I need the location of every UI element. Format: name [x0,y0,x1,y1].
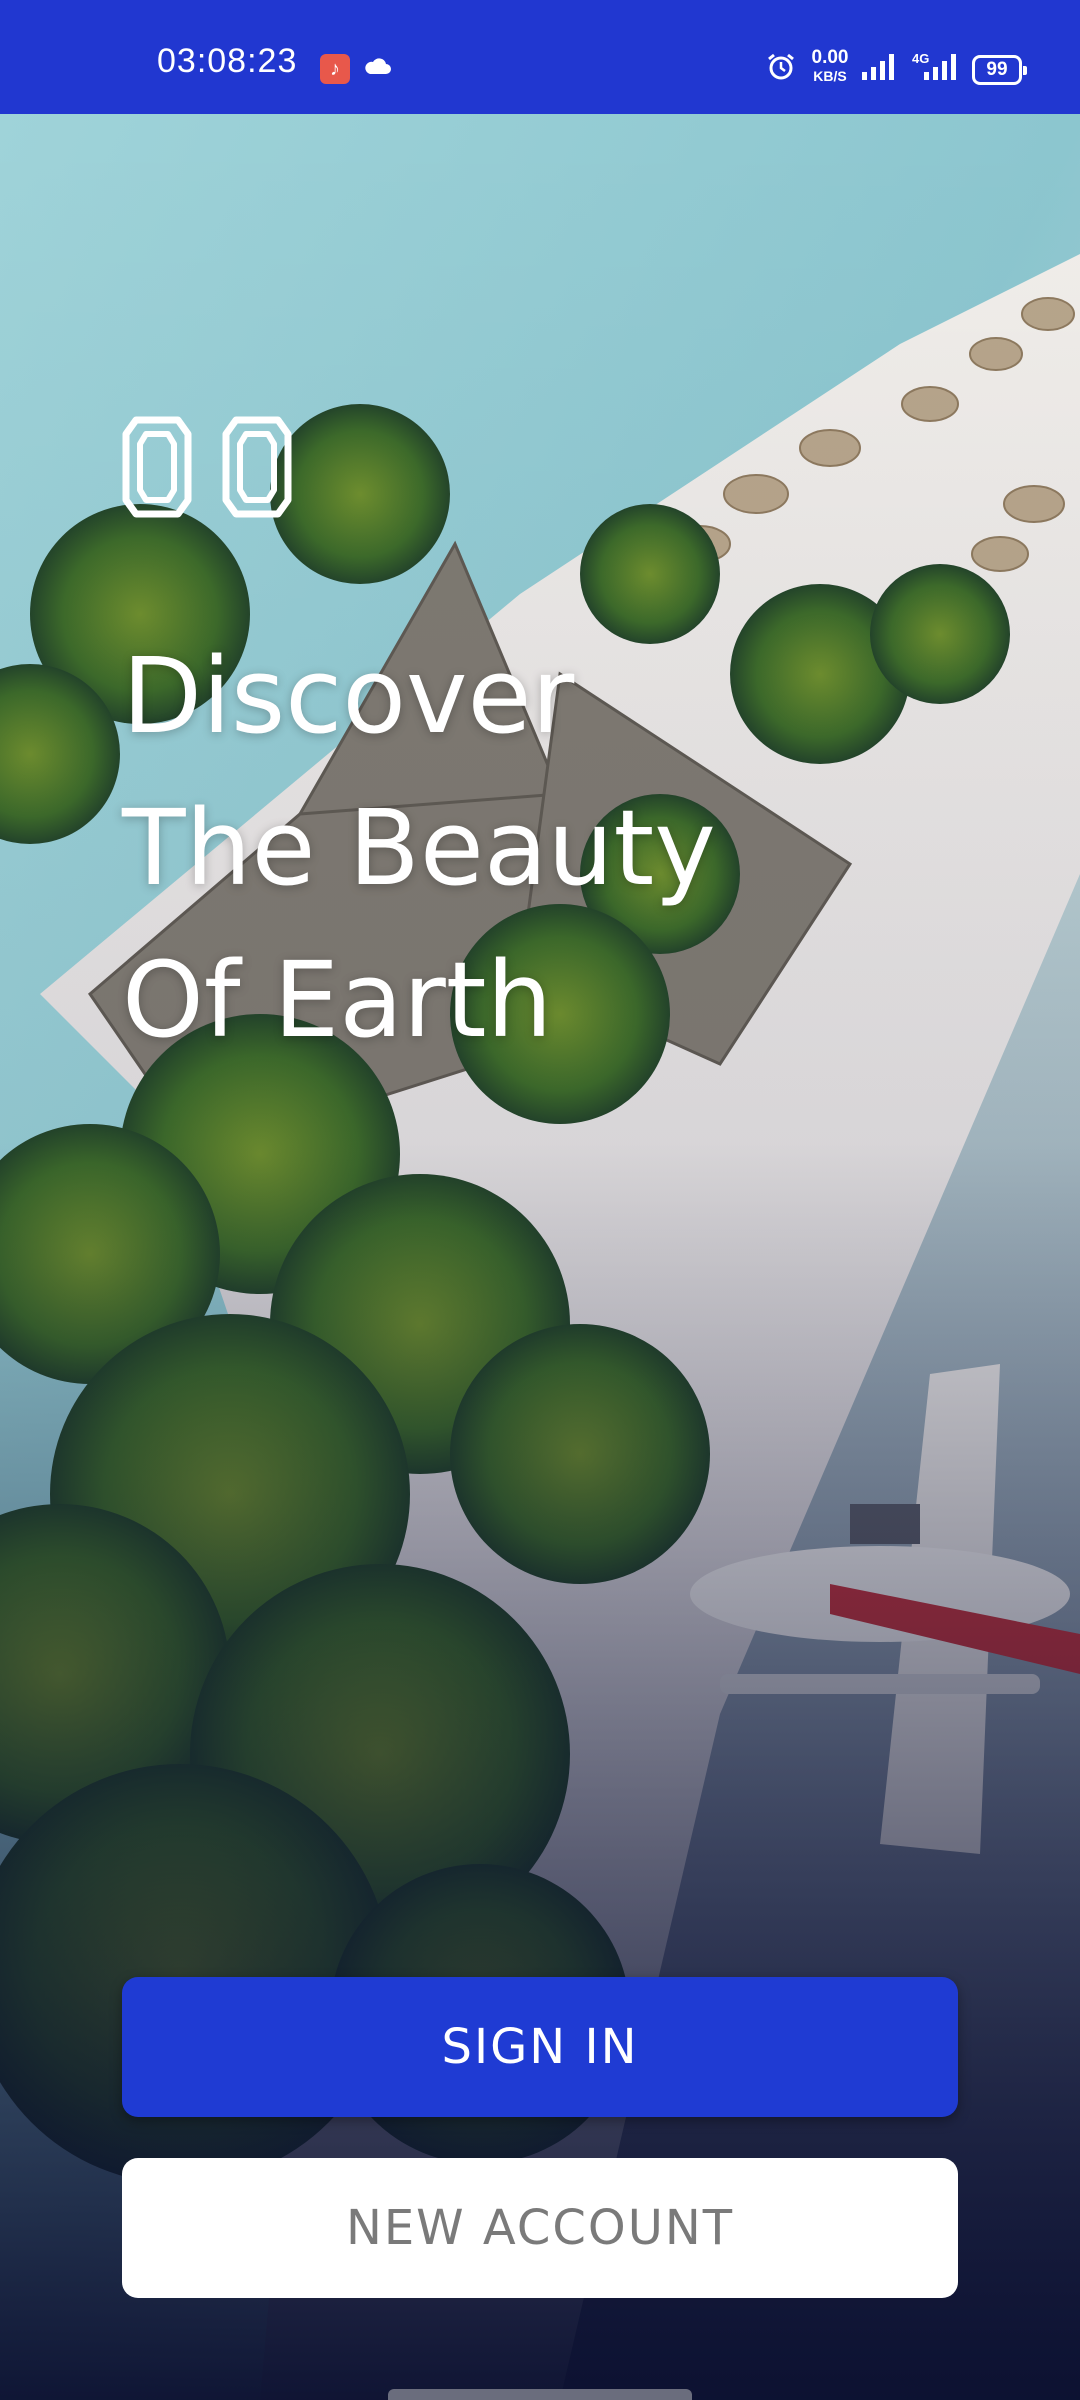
signal-icon [862,54,894,80]
signal-4g-icon [924,54,956,80]
hero-headline: Discover The Beauty Of Earth [122,620,882,1076]
home-indicator[interactable] [388,2389,692,2400]
new-account-button[interactable]: NEW ACCOUNT [122,2158,958,2298]
headline-line-2: The Beauty [122,787,716,909]
network-speed: 0.00 KB/S [806,48,854,83]
headline-line-3: Of Earth [122,939,553,1061]
welcome-screen: 03:08:23 ♪ 0.00 KB/S 4G 99 Discover The … [0,0,1080,2400]
sign-in-button[interactable]: SIGN IN [122,1977,958,2117]
cloud-icon [365,58,391,74]
network-speed-value: 0.00 [811,47,849,68]
status-bar: 03:08:23 ♪ 0.00 KB/S 4G 99 [0,0,1080,114]
alarm-icon [768,53,794,80]
network-speed-unit: KB/S [813,68,847,84]
battery-icon: 99 [972,55,1027,85]
status-time: 03:08:23 [157,42,298,80]
double-zero-logo [122,416,292,518]
music-app-icon: ♪ [320,54,350,84]
headline-line-1: Discover [122,635,575,757]
